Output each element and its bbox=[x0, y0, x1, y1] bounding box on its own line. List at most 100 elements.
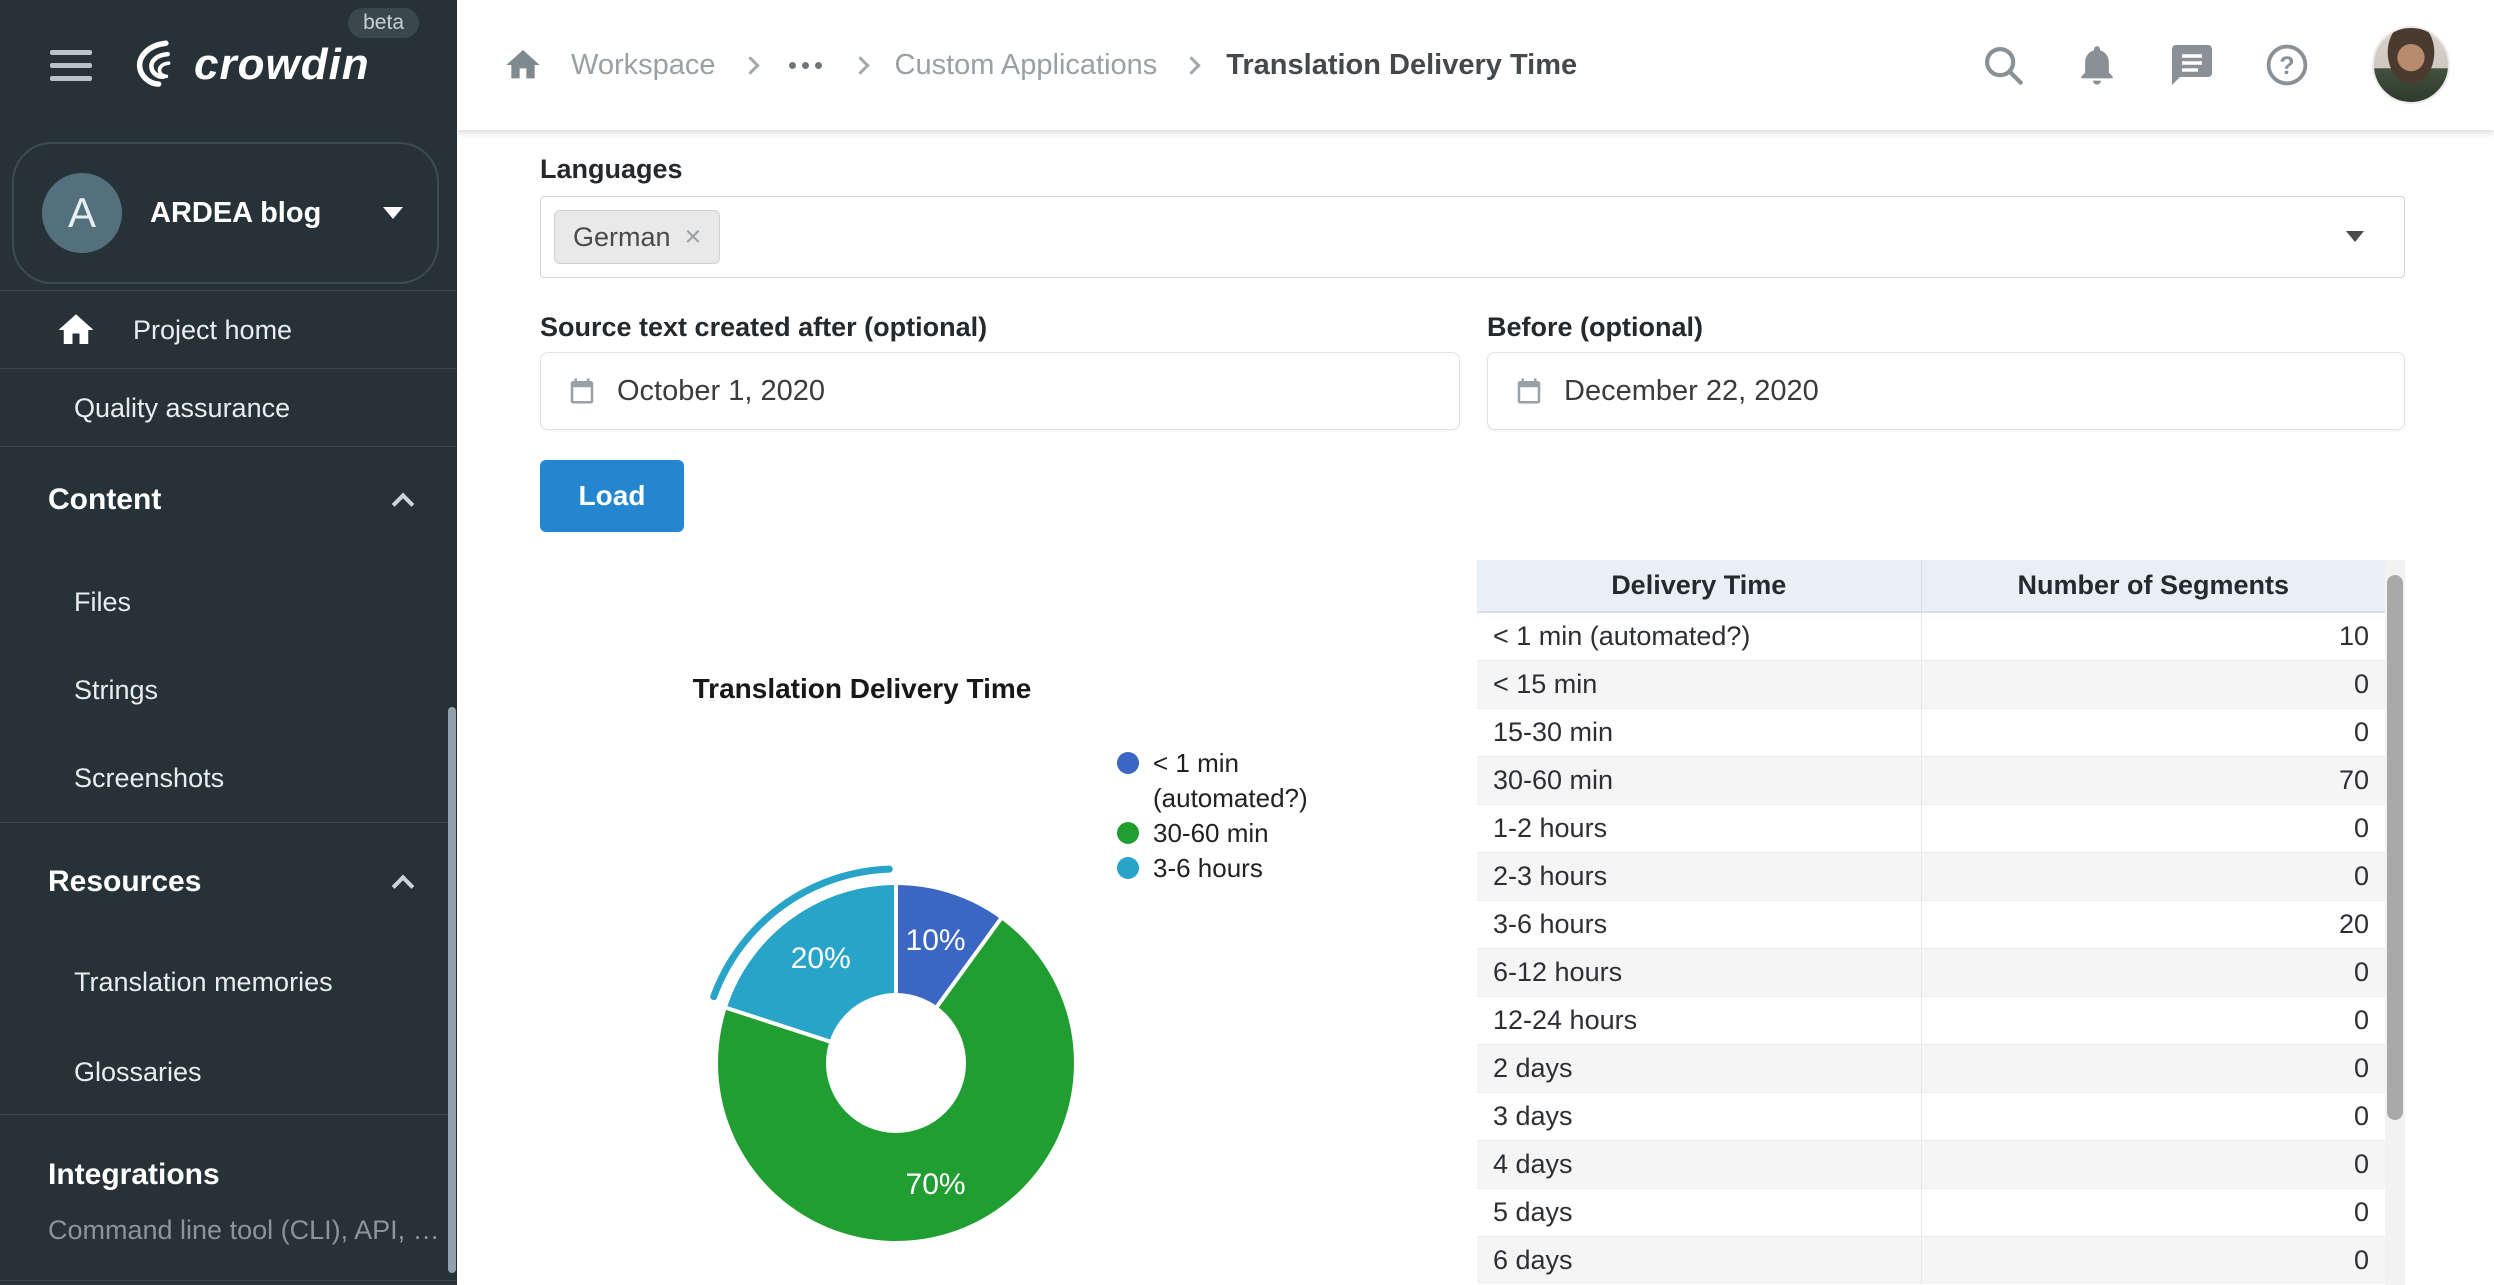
languages-select[interactable]: German × bbox=[540, 196, 2405, 278]
notifications-bell-icon[interactable] bbox=[2074, 42, 2120, 88]
sidebar-item-strings[interactable]: Strings bbox=[0, 662, 457, 718]
before-date-label: Before (optional) bbox=[1487, 312, 1703, 343]
table-row: 2-3 hours0 bbox=[1477, 852, 2385, 900]
svg-text:?: ? bbox=[2279, 52, 2294, 80]
segments-cell: 20 bbox=[1921, 900, 2385, 948]
segments-cell: 0 bbox=[1921, 660, 2385, 708]
table-row: 5 days0 bbox=[1477, 1188, 2385, 1236]
load-button[interactable]: Load bbox=[540, 460, 684, 532]
slice-label: 10% bbox=[906, 924, 966, 958]
section-label: Integrations bbox=[48, 1158, 220, 1192]
sidebar-scrollbar[interactable] bbox=[448, 707, 456, 1273]
sidebar-item-label: Quality assurance bbox=[74, 393, 290, 424]
table-row: 6-12 hours0 bbox=[1477, 948, 2385, 996]
user-avatar[interactable] bbox=[2372, 26, 2450, 104]
table-header-row: Delivery Time Number of Segments bbox=[1477, 560, 2385, 612]
table-row: < 15 min0 bbox=[1477, 660, 2385, 708]
sidebar-item-translation-memories[interactable]: Translation memories bbox=[0, 954, 457, 1010]
before-date-input[interactable]: December 22, 2020 bbox=[1487, 352, 2405, 430]
chart-title: Translation Delivery Time bbox=[662, 673, 1062, 705]
home-icon[interactable] bbox=[503, 45, 543, 85]
help-icon[interactable]: ? bbox=[2264, 42, 2310, 88]
sidebar-item-label: Files bbox=[74, 587, 131, 618]
legend-dot-icon bbox=[1117, 822, 1139, 844]
table-row: 1-2 hours0 bbox=[1477, 804, 2385, 852]
remove-tag-icon[interactable]: × bbox=[685, 223, 702, 252]
after-date-label: Source text created after (optional) bbox=[540, 312, 987, 343]
sidebar-item-label: Glossaries bbox=[74, 1057, 202, 1088]
messages-icon[interactable] bbox=[2168, 41, 2216, 89]
delivery-time-cell: < 1 min (automated?) bbox=[1477, 612, 1921, 660]
legend-item[interactable]: 30-60 min bbox=[1117, 816, 1308, 851]
sidebar-section-resources[interactable]: Resources bbox=[0, 852, 457, 912]
delivery-table-body: < 1 min (automated?)10< 15 min015-30 min… bbox=[1477, 612, 2385, 1284]
crowdin-logo[interactable]: crowdin bbox=[126, 36, 370, 94]
sidebar-item-files[interactable]: Files bbox=[0, 574, 457, 630]
table-scrollbar-thumb[interactable] bbox=[2387, 575, 2403, 1120]
table-scrollbar-track bbox=[2385, 560, 2405, 1285]
segments-cell: 0 bbox=[1921, 948, 2385, 996]
delivery-time-cell: 6 days bbox=[1477, 1236, 1921, 1284]
segments-cell: 70 bbox=[1921, 756, 2385, 804]
languages-label: Languages bbox=[540, 154, 683, 185]
legend-item[interactable]: < 1 min (automated?) bbox=[1117, 746, 1308, 816]
before-date-value: December 22, 2020 bbox=[1564, 375, 1819, 408]
table-row: 30-60 min70 bbox=[1477, 756, 2385, 804]
sidebar-section-content[interactable]: Content bbox=[0, 470, 457, 530]
delivery-time-cell: 2 days bbox=[1477, 1044, 1921, 1092]
sidebar-item-label: Screenshots bbox=[74, 763, 224, 794]
chart-legend: < 1 min (automated?) 30-60 min 3-6 hours bbox=[1117, 746, 1308, 886]
search-icon[interactable] bbox=[1980, 42, 2026, 88]
table-row: 3-6 hours20 bbox=[1477, 900, 2385, 948]
sidebar-section-integrations[interactable]: Integrations bbox=[0, 1146, 457, 1204]
segments-cell: 0 bbox=[1921, 1140, 2385, 1188]
legend-dot-icon bbox=[1117, 857, 1139, 879]
segments-cell: 0 bbox=[1921, 1188, 2385, 1236]
chevron-right-icon bbox=[1183, 56, 1201, 74]
project-selector[interactable]: A ARDEA blog bbox=[12, 142, 439, 284]
logo-wordmark: crowdin bbox=[194, 40, 370, 90]
slice-label: 20% bbox=[791, 942, 851, 976]
segments-cell: 0 bbox=[1921, 1044, 2385, 1092]
topbar-icons: ? bbox=[1980, 26, 2450, 104]
select-caret-icon bbox=[2346, 231, 2364, 242]
segments-cell: 0 bbox=[1921, 804, 2385, 852]
sidebar-item-glossaries[interactable]: Glossaries bbox=[0, 1044, 457, 1100]
calendar-icon bbox=[567, 376, 597, 406]
delivery-time-cell: 5 days bbox=[1477, 1188, 1921, 1236]
sidebar-header: crowdin beta bbox=[0, 0, 457, 130]
breadcrumb-custom-applications[interactable]: Custom Applications bbox=[895, 49, 1158, 82]
sidebar-item-quality-assurance[interactable]: Quality assurance bbox=[0, 370, 457, 446]
table-row: < 1 min (automated?)10 bbox=[1477, 612, 2385, 660]
divider bbox=[0, 1114, 457, 1115]
breadcrumb: Workspace Custom Applications Translatio… bbox=[503, 45, 1577, 85]
section-label: Content bbox=[48, 483, 161, 517]
donut-pie[interactable]: 10%70%20% bbox=[718, 885, 1074, 1241]
breadcrumb-ellipsis[interactable] bbox=[785, 62, 826, 69]
after-date-input[interactable]: October 1, 2020 bbox=[540, 352, 1460, 430]
segments-cell: 0 bbox=[1921, 996, 2385, 1044]
delivery-time-cell: 12-24 hours bbox=[1477, 996, 1921, 1044]
crowdin-logo-mark bbox=[126, 36, 184, 94]
sidebar-item-screenshots[interactable]: Screenshots bbox=[0, 750, 457, 806]
table-row: 2 days0 bbox=[1477, 1044, 2385, 1092]
table-row: 12-24 hours0 bbox=[1477, 996, 2385, 1044]
divider bbox=[0, 1280, 457, 1281]
breadcrumb-workspace[interactable]: Workspace bbox=[571, 49, 716, 82]
delivery-time-cell: 6-12 hours bbox=[1477, 948, 1921, 996]
hamburger-menu-icon[interactable] bbox=[50, 50, 92, 81]
breadcrumb-current: Translation Delivery Time bbox=[1226, 49, 1577, 82]
sidebar-item-label: Strings bbox=[74, 675, 158, 706]
donut-chart: 10%70%20% bbox=[656, 823, 1136, 1285]
legend-dot-icon bbox=[1117, 752, 1139, 774]
chevron-up-icon bbox=[392, 875, 415, 898]
sidebar-item-project-home[interactable]: Project home bbox=[0, 292, 457, 368]
integrations-subtitle: Command line tool (CLI), API, … bbox=[0, 1206, 457, 1254]
column-header-number-of-segments: Number of Segments bbox=[1921, 560, 2385, 612]
chevron-right-icon bbox=[851, 56, 869, 74]
table-row: 3 days0 bbox=[1477, 1092, 2385, 1140]
after-date-value: October 1, 2020 bbox=[617, 375, 825, 408]
column-header-delivery-time: Delivery Time bbox=[1477, 560, 1921, 612]
legend-item[interactable]: 3-6 hours bbox=[1117, 851, 1308, 886]
calendar-icon bbox=[1514, 376, 1544, 406]
